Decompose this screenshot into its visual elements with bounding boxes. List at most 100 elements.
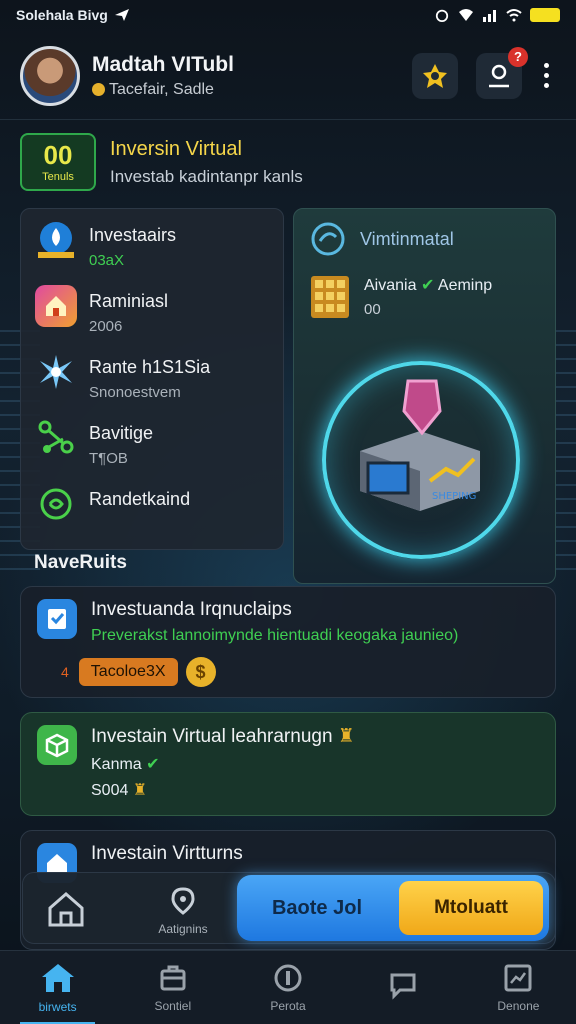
- card-number: 4: [61, 664, 69, 680]
- card-title: Investain Virtual leahrarnugn: [91, 726, 333, 747]
- menu-card: Investaairs 03aX Raminiasl 2006 Rante h1…: [20, 208, 284, 550]
- home-outline-icon[interactable]: [47, 891, 85, 927]
- nav-denone[interactable]: Denone: [461, 951, 576, 1024]
- nav-home[interactable]: birwets: [0, 951, 115, 1024]
- nodes-icon: [35, 417, 77, 459]
- notifications-button[interactable]: ?: [476, 46, 528, 99]
- nav-briefcase[interactable]: Sontiel: [115, 951, 230, 1024]
- notification-badge: ?: [508, 46, 528, 67]
- trophy-small-icon: ♜: [337, 726, 355, 747]
- card-title: Investain Virtturns: [91, 843, 243, 864]
- briefcase-icon: [160, 965, 186, 990]
- nav-label: Sontiel: [154, 998, 192, 1013]
- action-bar: Aatignins Baote Jol Mtoluatt: [22, 872, 556, 944]
- promo-title: Vimtinmatal: [360, 228, 454, 249]
- device-illustration: SHEPING: [360, 379, 480, 511]
- menu-item-title: Rante h1S1Sia: [89, 357, 211, 377]
- location-button[interactable]: Aatignins: [143, 887, 223, 936]
- promo-row-a-tail: Aeminp: [437, 277, 493, 294]
- nav-chat[interactable]: [346, 951, 461, 1024]
- status-right: [434, 8, 560, 22]
- check-icon: ✔: [146, 756, 160, 773]
- check-icon: ✔: [420, 277, 435, 294]
- wifi-icon: [459, 9, 473, 21]
- more-menu-icon[interactable]: [536, 63, 556, 88]
- promo-row-a: Aivania ✔ Aeminp: [364, 275, 492, 295]
- bottom-nav: birwets Sontiel Perota Denone: [0, 950, 576, 1024]
- status-bar: Solehala Bivg: [0, 0, 576, 30]
- status-left: Solehala Bivg: [16, 7, 130, 23]
- device-label: SHEPING: [432, 491, 476, 502]
- menu-item-bavitige[interactable]: Bavitige T¶OB: [35, 417, 269, 483]
- swirl-icon: [35, 483, 77, 525]
- section-title: NaveRuits: [34, 552, 127, 573]
- banner-text: Inversin Virtual Investab kadintanpr kan…: [110, 138, 303, 187]
- menu-item-sub: 2006: [89, 318, 123, 335]
- info-circle-icon: [274, 964, 302, 991]
- user-icon: [489, 64, 509, 87]
- coin-icon: [92, 83, 105, 96]
- profile-name: Madtah VITubl: [92, 52, 234, 76]
- menu-item-title: Randetkaind: [89, 489, 191, 509]
- card-line3: S004: [91, 782, 129, 799]
- dashboard-icon: [504, 964, 532, 991]
- profile-info: Madtah VITubl Tacefair, Sadle: [92, 53, 394, 99]
- score-box: 00 Tenuls: [20, 133, 96, 191]
- trophy-icon: [423, 63, 447, 88]
- promo-row: Aivania ✔ Aeminp 00: [310, 275, 539, 319]
- menu-item-rante[interactable]: Rante h1S1Sia Snonoestvem: [35, 351, 269, 417]
- chart-grid-icon: [311, 276, 349, 318]
- primary-action-label: Baote Jol: [271, 897, 363, 919]
- promo-row-b: 00: [364, 301, 381, 318]
- alarm-icon: [435, 9, 449, 22]
- investment-card-1[interactable]: Investuanda Irqnuclaips Preverakst lanno…: [20, 586, 556, 698]
- score-label: Tenuls: [42, 170, 74, 183]
- banner[interactable]: 00 Tenuls Inversin Virtual Investab kadi…: [20, 132, 556, 192]
- promo-card[interactable]: Vimtinmatal Aivania ✔ Aeminp 00 SHEPING: [293, 208, 556, 584]
- menu-item-randetkaind[interactable]: Randetkaind: [35, 483, 269, 549]
- signal-icon: [483, 10, 496, 22]
- card-subtitle: Preverakst lannoimynde hientuadi keogaka…: [91, 627, 459, 644]
- menu-item-title: Investaairs: [89, 225, 177, 245]
- investment-card-2[interactable]: Investain Virtual leahrarnugn ♜ Kanma ✔ …: [20, 712, 556, 816]
- menu-item-sub: 03aX: [89, 252, 125, 269]
- menu-item-investments[interactable]: Investaairs 03aX: [35, 219, 269, 285]
- home-icon: [41, 963, 74, 992]
- primary-action-button[interactable]: Baote Jol Mtoluatt: [237, 875, 549, 941]
- location-label: Aatignins: [158, 922, 208, 936]
- house-icon: [35, 285, 77, 327]
- promo-row-a-text: Aivania: [364, 277, 417, 294]
- location-pin-icon: [171, 887, 195, 915]
- menu-item-sub: T¶OB: [89, 450, 128, 467]
- profile-subtitle-row: Tacefair, Sadle: [92, 81, 394, 99]
- status-title: Solehala Bivg: [16, 7, 108, 23]
- dollar-icon: $: [185, 657, 216, 687]
- drop-icon: [35, 219, 77, 261]
- banner-subtitle: Investab kadintanpr kanls: [110, 166, 303, 186]
- trophy-small-icon: ♜: [132, 782, 148, 799]
- chat-icon: [390, 973, 416, 1000]
- card-title: Investuanda Irqnuclaips: [91, 599, 292, 620]
- nav-label: Perota: [270, 998, 306, 1013]
- menu-item-title: Raminiasl: [89, 291, 169, 311]
- send-icon: [114, 9, 129, 21]
- value-pill[interactable]: Tacoloe3X: [78, 658, 178, 686]
- banner-title: Inversin Virtual: [110, 137, 242, 160]
- cube-icon: [37, 725, 77, 765]
- promo-header: Vimtinmatal: [310, 221, 539, 257]
- wifi-secondary-icon: [506, 9, 522, 22]
- nav-label: birwets: [38, 999, 77, 1014]
- menu-item-title: Bavitige: [89, 423, 154, 443]
- avatar[interactable]: [20, 45, 80, 106]
- clipboard-icon: [37, 599, 77, 639]
- refresh-icon: [311, 222, 345, 256]
- battery-icon: [530, 8, 560, 22]
- header: Madtah VITubl Tacefair, Sadle ?: [0, 32, 576, 120]
- menu-item-raminiasl[interactable]: Raminiasl 2006: [35, 285, 269, 351]
- menu-item-sub: Snonoestvem: [89, 384, 181, 401]
- trophy-button[interactable]: [412, 52, 458, 99]
- secondary-action-button[interactable]: Mtoluatt: [399, 881, 543, 935]
- profile-subtitle: Tacefair, Sadle: [109, 80, 214, 98]
- score-value: 00: [43, 139, 73, 170]
- nav-perota[interactable]: Perota: [230, 951, 345, 1024]
